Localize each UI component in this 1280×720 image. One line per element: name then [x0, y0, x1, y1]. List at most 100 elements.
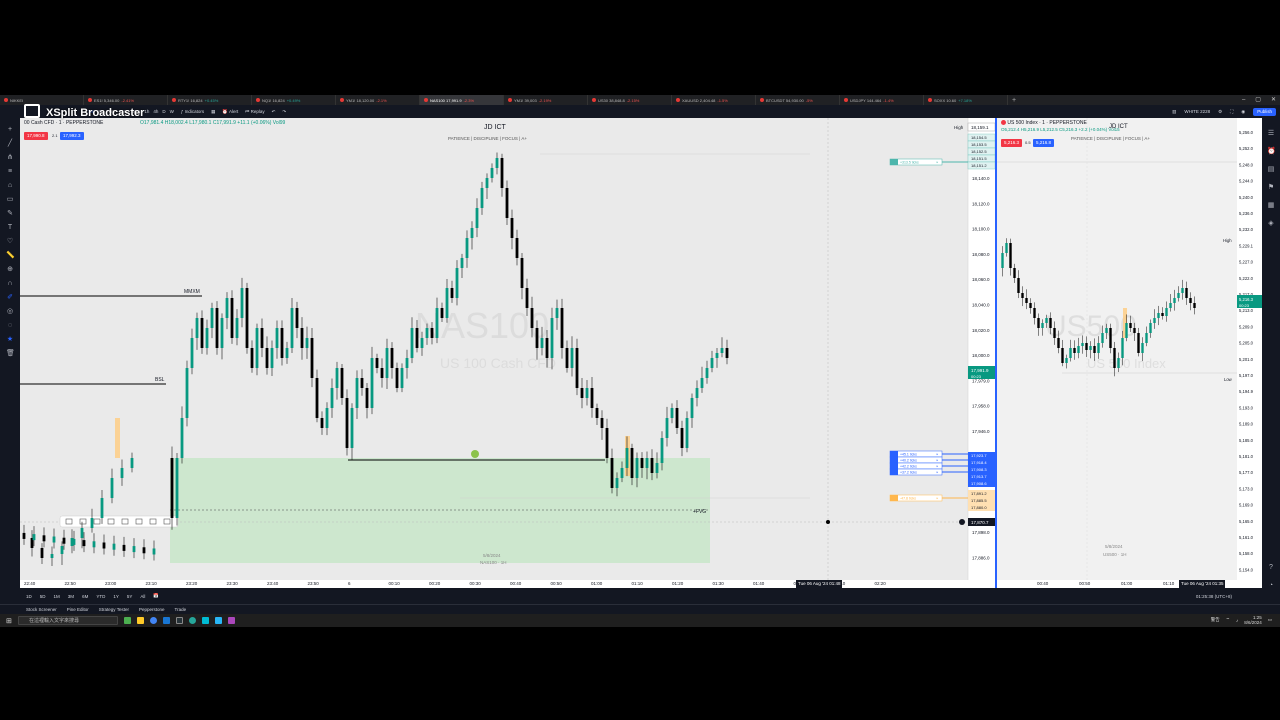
app2-icon[interactable]	[228, 617, 235, 624]
floating-draw-toolbar[interactable]	[59, 515, 179, 528]
range-5d[interactable]: 5D	[40, 594, 46, 599]
right-sell-button[interactable]: 5,216.3	[1001, 139, 1023, 147]
bottom-tab-pepperstone[interactable]: Pepperstone	[139, 607, 165, 612]
calendar-icon[interactable]: ▦	[1267, 202, 1275, 209]
interval-d[interactable]: D	[162, 105, 165, 118]
add-alert-icon[interactable]	[959, 519, 965, 525]
range-1m[interactable]: 1M	[54, 594, 60, 599]
trash-icon[interactable]: 🗑	[6, 350, 15, 357]
interval-1h[interactable]: 1h	[144, 105, 149, 118]
left-chart-pane[interactable]: NAS100 US 100 Cash CFD +FVG 5/8/2024 NAS100 …	[20, 118, 996, 611]
ruler-icon[interactable]: 📏	[6, 252, 15, 259]
fib-icon[interactable]: ≡	[6, 168, 14, 175]
data-window-icon[interactable]: ▤	[1267, 166, 1275, 173]
us500-candlestick-chart[interactable]: US500US 500 Index5/8/2024US500 · 1HHighL…	[997, 118, 1237, 580]
left-time-scale[interactable]: 22:40 22:50 23:00 23:10 23:20 23:30 23:40 23:50…	[20, 580, 995, 588]
fullscreen-icon[interactable]: ⛶	[1230, 105, 1233, 118]
publish-button[interactable]: Publish	[1253, 107, 1276, 116]
brush-icon[interactable]: ✎	[6, 210, 14, 217]
zoom-icon[interactable]: ⊕	[6, 266, 14, 273]
range-5y[interactable]: 5Y	[127, 594, 133, 599]
browser-tab-rty1[interactable]: RTY1! 16,824 +0.45%	[168, 95, 252, 105]
right-time-scale[interactable]: 00:4000:5001:0001:1001:20Tue 06 Aug '24 …	[997, 580, 1262, 588]
right-candles[interactable]	[1001, 238, 1196, 377]
bottom-tab-stock-screener[interactable]: Stock Screener	[26, 607, 57, 612]
interval-w[interactable]: W	[170, 105, 174, 118]
new-tab-icon[interactable]: +	[1012, 97, 1016, 104]
favorites-icon[interactable]: ★	[6, 336, 14, 343]
notifications-icon[interactable]: ◔	[1267, 582, 1275, 589]
close-icon[interactable]: ✕	[1271, 95, 1276, 105]
layouts-icon[interactable]: ▦	[211, 105, 215, 118]
text-icon[interactable]: T	[6, 224, 14, 231]
range-ytd[interactable]: YTD	[96, 594, 105, 599]
nas100-candlestick-chart[interactable]: NAS100 US 100 Cash CFD +FVG 5/8/2024 NAS100 …	[20, 118, 996, 611]
indicators-button[interactable]: ƒ Indicators	[181, 105, 204, 118]
range-3m[interactable]: 3M	[68, 594, 74, 599]
alerts-icon[interactable]: ⏰	[1267, 148, 1276, 155]
browser-tab-xauusd[interactable]: XAUUSD 2,404.48 -1.5%	[672, 95, 756, 105]
browser-tab-usdjpy[interactable]: USDJPY 144.464 -1.4%	[840, 95, 924, 105]
browser-tab-soxx[interactable]: SOXX 10.60 +7.18%	[924, 95, 1008, 105]
lock-drawing-icon[interactable]: ✐	[6, 294, 14, 301]
task-view-icon[interactable]	[124, 617, 131, 624]
maximize-icon[interactable]: ▢	[1255, 95, 1261, 105]
trendline-icon[interactable]: ╱	[6, 140, 14, 147]
pitchfork-icon[interactable]: ⋔	[6, 154, 14, 161]
calendar-range-icon[interactable]: 📅	[153, 593, 159, 599]
bottom-tab-strategy-tester[interactable]: Strategy Tester	[99, 607, 129, 612]
file-explorer-icon[interactable]	[137, 617, 144, 624]
alert-button[interactable]: ⏰ Alert	[222, 105, 238, 118]
help-icon[interactable]: ?	[1267, 564, 1275, 571]
store-icon[interactable]	[215, 617, 222, 624]
minimize-icon[interactable]: –	[1242, 95, 1245, 105]
range-1d[interactable]: 1D	[26, 594, 32, 599]
left-sell-button[interactable]: 17,990.8	[24, 132, 48, 140]
chrome-icon[interactable]	[150, 617, 157, 624]
settings-icon[interactable]: ⚙	[1218, 105, 1222, 118]
left-buy-button[interactable]: 17,992.3	[60, 132, 84, 140]
range-all[interactable]: All	[140, 594, 145, 599]
app-icon[interactable]	[189, 617, 196, 624]
taskbar-search-input[interactable]: 在這裡輸入文字來搜尋	[18, 616, 118, 625]
pattern-icon[interactable]: ⌂	[6, 182, 14, 189]
undo-icon[interactable]: ↶	[272, 105, 276, 118]
volume-icon[interactable]: ♪	[1236, 618, 1238, 623]
redo-icon[interactable]: ↷	[282, 105, 286, 118]
browser-tab-nikkei[interactable]: NIKKEI	[0, 95, 84, 105]
range-6m[interactable]: 6M	[82, 594, 88, 599]
wifi-icon[interactable]: ⌔	[1226, 617, 1230, 623]
browser-tab-nas100[interactable]: NAS100 17,991.9 -2.3%	[420, 95, 504, 105]
windows-start-icon[interactable]: ⊞	[6, 617, 12, 625]
layout-name[interactable]: WHITE 2228	[1184, 105, 1210, 118]
taskbar-clock[interactable]: 1:25 8/6/2024	[1244, 615, 1262, 625]
right-price-scale[interactable]: 5,256.0 5,252.0 5,248.0 5,244.0 5,240.0 5,236…	[1237, 118, 1262, 580]
browser-tab-nq1[interactable]: NQ1! 16,824 +0.49%	[252, 95, 336, 105]
notification-center-icon[interactable]: ▭	[1268, 617, 1272, 623]
measure-icon[interactable]: ▭	[6, 196, 14, 203]
bottom-tab-trade[interactable]: Trade	[175, 607, 187, 612]
heart-icon[interactable]: ♡	[6, 238, 14, 245]
right-chart-pane[interactable]: US500 US 500 Index 5/8/2024 US500 · 1H High L…	[997, 118, 1237, 580]
edge-icon[interactable]	[163, 617, 170, 624]
weather-status[interactable]: 警告	[1211, 617, 1220, 623]
range-1y[interactable]: 1Y	[113, 594, 119, 599]
browser-tab-btcusdt[interactable]: BTCUSDT 54,930.00 -5%	[756, 95, 840, 105]
browser-tab-es1[interactable]: ES1! 5,346.00 -2.41%	[84, 95, 168, 105]
hotlist-icon[interactable]: ⚑	[1267, 184, 1275, 191]
eye-icon[interactable]: ◎	[6, 308, 14, 315]
watchlist-icon[interactable]: ☰	[1267, 130, 1275, 137]
ideas-icon[interactable]: ◈	[1267, 220, 1275, 227]
browser-tab-us30[interactable]: US30 38,848.8 -2.15%	[588, 95, 672, 105]
xsplit-app-icon[interactable]	[202, 617, 209, 624]
magnet-icon[interactable]: ∩	[6, 280, 14, 287]
interval-4h[interactable]: 4h	[153, 105, 158, 118]
browser-tab-ym1[interactable]: YM1! 18,120.00 -2.1%	[336, 95, 420, 105]
utc-clock[interactable]: 01:25:38 (UTC+8)	[1196, 594, 1232, 599]
tradingview-app-icon[interactable]	[176, 617, 183, 624]
layout-grid-icon[interactable]: ▥	[1172, 105, 1176, 118]
bottom-tab-pine-editor[interactable]: Pine Editor	[67, 607, 89, 612]
crosshair-icon[interactable]: +	[6, 126, 14, 133]
hide-icon[interactable]: ◌	[6, 322, 14, 329]
camera-icon[interactable]: ◉	[1241, 105, 1245, 118]
